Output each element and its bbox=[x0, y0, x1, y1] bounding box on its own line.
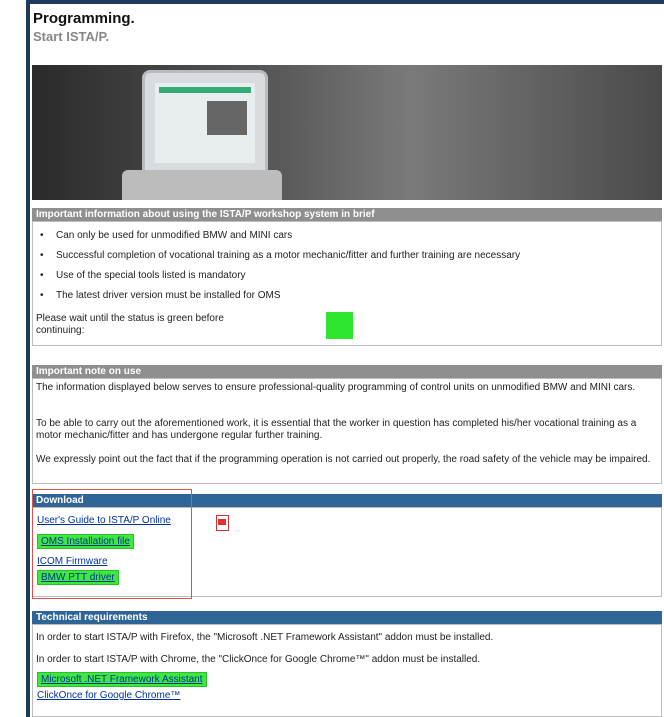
list-item: Can only be used for unmodified BMW and … bbox=[40, 230, 292, 241]
screen-bar bbox=[159, 87, 251, 93]
oms-installation-link[interactable]: OMS Installation file bbox=[37, 534, 134, 549]
note-paragraph: We expressly point out the fact that if … bbox=[36, 454, 651, 465]
note-paragraph: To be able to carry out the aforemention… bbox=[36, 418, 637, 441]
list-item: Successful completion of vocational trai… bbox=[40, 250, 520, 261]
device-screen bbox=[155, 83, 255, 163]
list-item: The latest driver version must be instal… bbox=[40, 290, 281, 301]
icom-firmware-link[interactable]: ICOM Firmware bbox=[37, 556, 108, 567]
tech-section-header: Technical requirements bbox=[32, 611, 662, 624]
workshop-device-image bbox=[142, 70, 268, 186]
dotnet-assistant-link[interactable]: Microsoft .NET Framework Assistant bbox=[37, 672, 207, 687]
tech-paragraph: In order to start ISTA/P with Firefox, t… bbox=[36, 632, 494, 643]
clickonce-chrome-link[interactable]: ClickOnce for Google Chrome™ bbox=[37, 690, 180, 701]
page-title: Programming. bbox=[33, 10, 135, 27]
tech-paragraph: In order to start ISTA/P with Chrome, th… bbox=[36, 654, 481, 665]
note-section-header: Important note on use bbox=[32, 365, 662, 378]
bmw-ptt-driver-link[interactable]: BMW PTT driver bbox=[37, 570, 119, 585]
device-stand bbox=[122, 170, 282, 200]
note-paragraph: The information displayed below serves t… bbox=[36, 382, 636, 393]
screen-photo bbox=[207, 101, 247, 135]
status-indicator bbox=[326, 312, 353, 339]
list-item: Use of the special tools listed is manda… bbox=[40, 270, 246, 281]
pdf-icon[interactable] bbox=[216, 515, 230, 531]
page-subtitle: Start ISTA/P. bbox=[33, 29, 110, 44]
brief-section-header: Important information about using the IS… bbox=[32, 208, 662, 221]
users-guide-link[interactable]: User's Guide to ISTA/P Online bbox=[37, 515, 171, 526]
hero-image bbox=[32, 65, 662, 200]
